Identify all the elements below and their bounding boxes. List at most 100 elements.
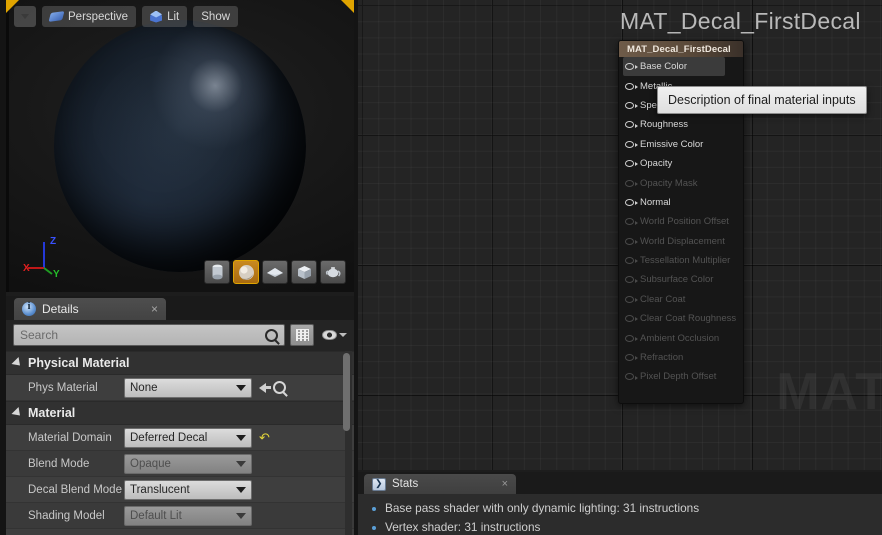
toggle-property-layout-button[interactable]: [290, 324, 314, 346]
pin-label: Refraction: [640, 352, 684, 364]
pin-connector-icon[interactable]: [625, 257, 638, 265]
viewport-camera-mode-button[interactable]: Perspective: [42, 6, 137, 27]
pin-connector-icon[interactable]: [625, 179, 638, 187]
material-domain-combo[interactable]: Deferred Decal: [124, 427, 252, 448]
graph-title: MAT_Decal_FirstDecal: [620, 8, 861, 34]
eye-icon: [322, 330, 337, 340]
material-domain-value: Deferred Decal: [130, 431, 208, 444]
node-pin-row[interactable]: Clear Coat Roughness: [619, 309, 743, 328]
chevron-down-icon: [21, 14, 29, 19]
node-pin-row[interactable]: Opacity: [619, 154, 743, 173]
blend-mode-combo[interactable]: Opaque: [124, 453, 252, 474]
browse-asset-icon[interactable]: [273, 381, 286, 394]
tab-details[interactable]: Details ×: [14, 298, 166, 320]
node-pin-row[interactable]: Clear Coat: [619, 290, 743, 309]
pin-label: Tessellation Multiplier: [640, 255, 731, 267]
node-pin-row[interactable]: Tessellation Multiplier: [619, 251, 743, 270]
node-pin-row[interactable]: Pixel Depth Offset: [619, 367, 743, 386]
pin-connector-icon[interactable]: [625, 63, 638, 71]
tab-stats[interactable]: Stats ×: [364, 474, 516, 494]
property-scroll-track[interactable]: [343, 351, 352, 535]
pin-connector-icon[interactable]: [625, 373, 638, 381]
property-row-phys-material[interactable]: Phys Material None: [6, 375, 354, 401]
property-row-material-domain[interactable]: Material Domain Deferred Decal ↶: [6, 425, 354, 451]
pin-connector-icon[interactable]: [625, 237, 638, 245]
node-pin-row[interactable]: Subsurface Color: [619, 270, 743, 289]
node-header[interactable]: MAT_Decal_FirstDecal: [619, 41, 743, 57]
property-row-partial[interactable]: [6, 529, 354, 535]
pin-connector-icon[interactable]: [625, 198, 638, 206]
pin-connector-icon[interactable]: [625, 101, 638, 109]
show-label: Show: [201, 10, 231, 23]
search-input[interactable]: [20, 328, 265, 342]
node-pin-row[interactable]: Emissive Color: [619, 135, 743, 154]
expand-triangle-icon: [11, 406, 24, 420]
node-pin-row[interactable]: Ambient Occlusion: [619, 328, 743, 347]
stat-line: Base pass shader with only dynamic light…: [372, 501, 882, 520]
property-list[interactable]: Physical Material Phys Material None Mat…: [6, 351, 354, 535]
pin-connector-icon[interactable]: [625, 121, 638, 129]
stat-line: Vertex shader: 31 instructions: [372, 520, 882, 535]
cylinder-preview-button[interactable]: [204, 260, 230, 284]
pin-connector-icon[interactable]: [625, 82, 638, 90]
pin-connector-icon[interactable]: [625, 354, 638, 362]
material-preview-viewport[interactable]: Perspective Lit Show Z X Y: [6, 0, 354, 292]
category-material[interactable]: Material: [6, 401, 354, 425]
category-physical-material[interactable]: Physical Material: [6, 351, 354, 375]
property-scrollbar-thumb[interactable]: [343, 353, 350, 431]
plane-preview-button[interactable]: [262, 260, 288, 284]
node-pin-row[interactable]: Base Color: [623, 57, 725, 77]
material-graph-canvas[interactable]: MAT MAT_Decal_FirstDecal MAT_Decal_First…: [358, 0, 882, 470]
phys-material-combo[interactable]: None: [124, 377, 252, 398]
grid-icon: [295, 329, 309, 341]
close-icon[interactable]: ×: [502, 478, 508, 490]
property-row-shading-model[interactable]: Shading Model Default Lit: [6, 503, 354, 529]
sphere-preview-button[interactable]: [233, 260, 259, 284]
teapot-preview-button[interactable]: [320, 260, 346, 284]
viewport-view-mode-button[interactable]: Lit: [142, 6, 188, 27]
stat-text: Base pass shader with only dynamic light…: [385, 501, 700, 515]
decal-blend-mode-combo[interactable]: Translucent: [124, 479, 252, 500]
property-row-decal-blend-mode[interactable]: Decal Blend Mode Translucent: [6, 477, 354, 503]
use-selected-asset-icon[interactable]: [259, 382, 271, 393]
pin-label: Ambient Occlusion: [640, 332, 720, 344]
details-search-row: [6, 320, 354, 351]
search-box[interactable]: [13, 324, 285, 346]
details-panel: Details × Physical Ma: [6, 296, 354, 535]
node-pin-row[interactable]: Roughness: [619, 115, 743, 134]
gizmo-x-label: X: [23, 263, 30, 274]
reset-to-default-icon[interactable]: ↶: [259, 431, 270, 444]
pin-label: Emissive Color: [640, 138, 704, 150]
viewport-toolbar: Perspective Lit Show: [14, 6, 239, 27]
gizmo-y-label: Y: [53, 269, 60, 278]
node-pin-row[interactable]: Opacity Mask: [619, 173, 743, 192]
pin-connector-icon[interactable]: [625, 276, 638, 284]
pin-connector-icon[interactable]: [625, 160, 638, 168]
stat-text: Vertex shader: 31 instructions: [385, 520, 541, 534]
shading-model-combo[interactable]: Default Lit: [124, 505, 252, 526]
stats-panel: Stats × Base pass shader with only dynam…: [358, 472, 882, 535]
pin-connector-icon[interactable]: [625, 218, 638, 226]
property-label: Material Domain: [28, 431, 112, 444]
view-options-button[interactable]: [319, 330, 347, 340]
pin-label: Pixel Depth Offset: [640, 371, 717, 383]
close-icon[interactable]: ×: [151, 302, 158, 316]
lit-label: Lit: [167, 10, 180, 23]
node-pin-row[interactable]: Normal: [619, 193, 743, 212]
pin-connector-icon[interactable]: [625, 140, 638, 148]
property-row-blend-mode[interactable]: Blend Mode Opaque: [6, 451, 354, 477]
chevron-down-icon: [236, 460, 246, 467]
pin-connector-icon[interactable]: [625, 334, 638, 342]
node-pin-row[interactable]: World Displacement: [619, 232, 743, 251]
cube-preview-button[interactable]: [291, 260, 317, 284]
node-pin-row[interactable]: Refraction: [619, 348, 743, 367]
pin-connector-icon[interactable]: [625, 295, 638, 303]
chevron-down-icon: [236, 486, 246, 493]
expand-triangle-icon: [11, 356, 24, 370]
property-label: Blend Mode: [28, 457, 90, 470]
pin-connector-icon[interactable]: [625, 315, 638, 323]
stats-icon: [372, 477, 386, 491]
viewport-show-menu-button[interactable]: Show: [193, 6, 239, 27]
viewport-corner-marker-top-right: [341, 0, 354, 13]
node-pin-row[interactable]: World Position Offset: [619, 212, 743, 231]
